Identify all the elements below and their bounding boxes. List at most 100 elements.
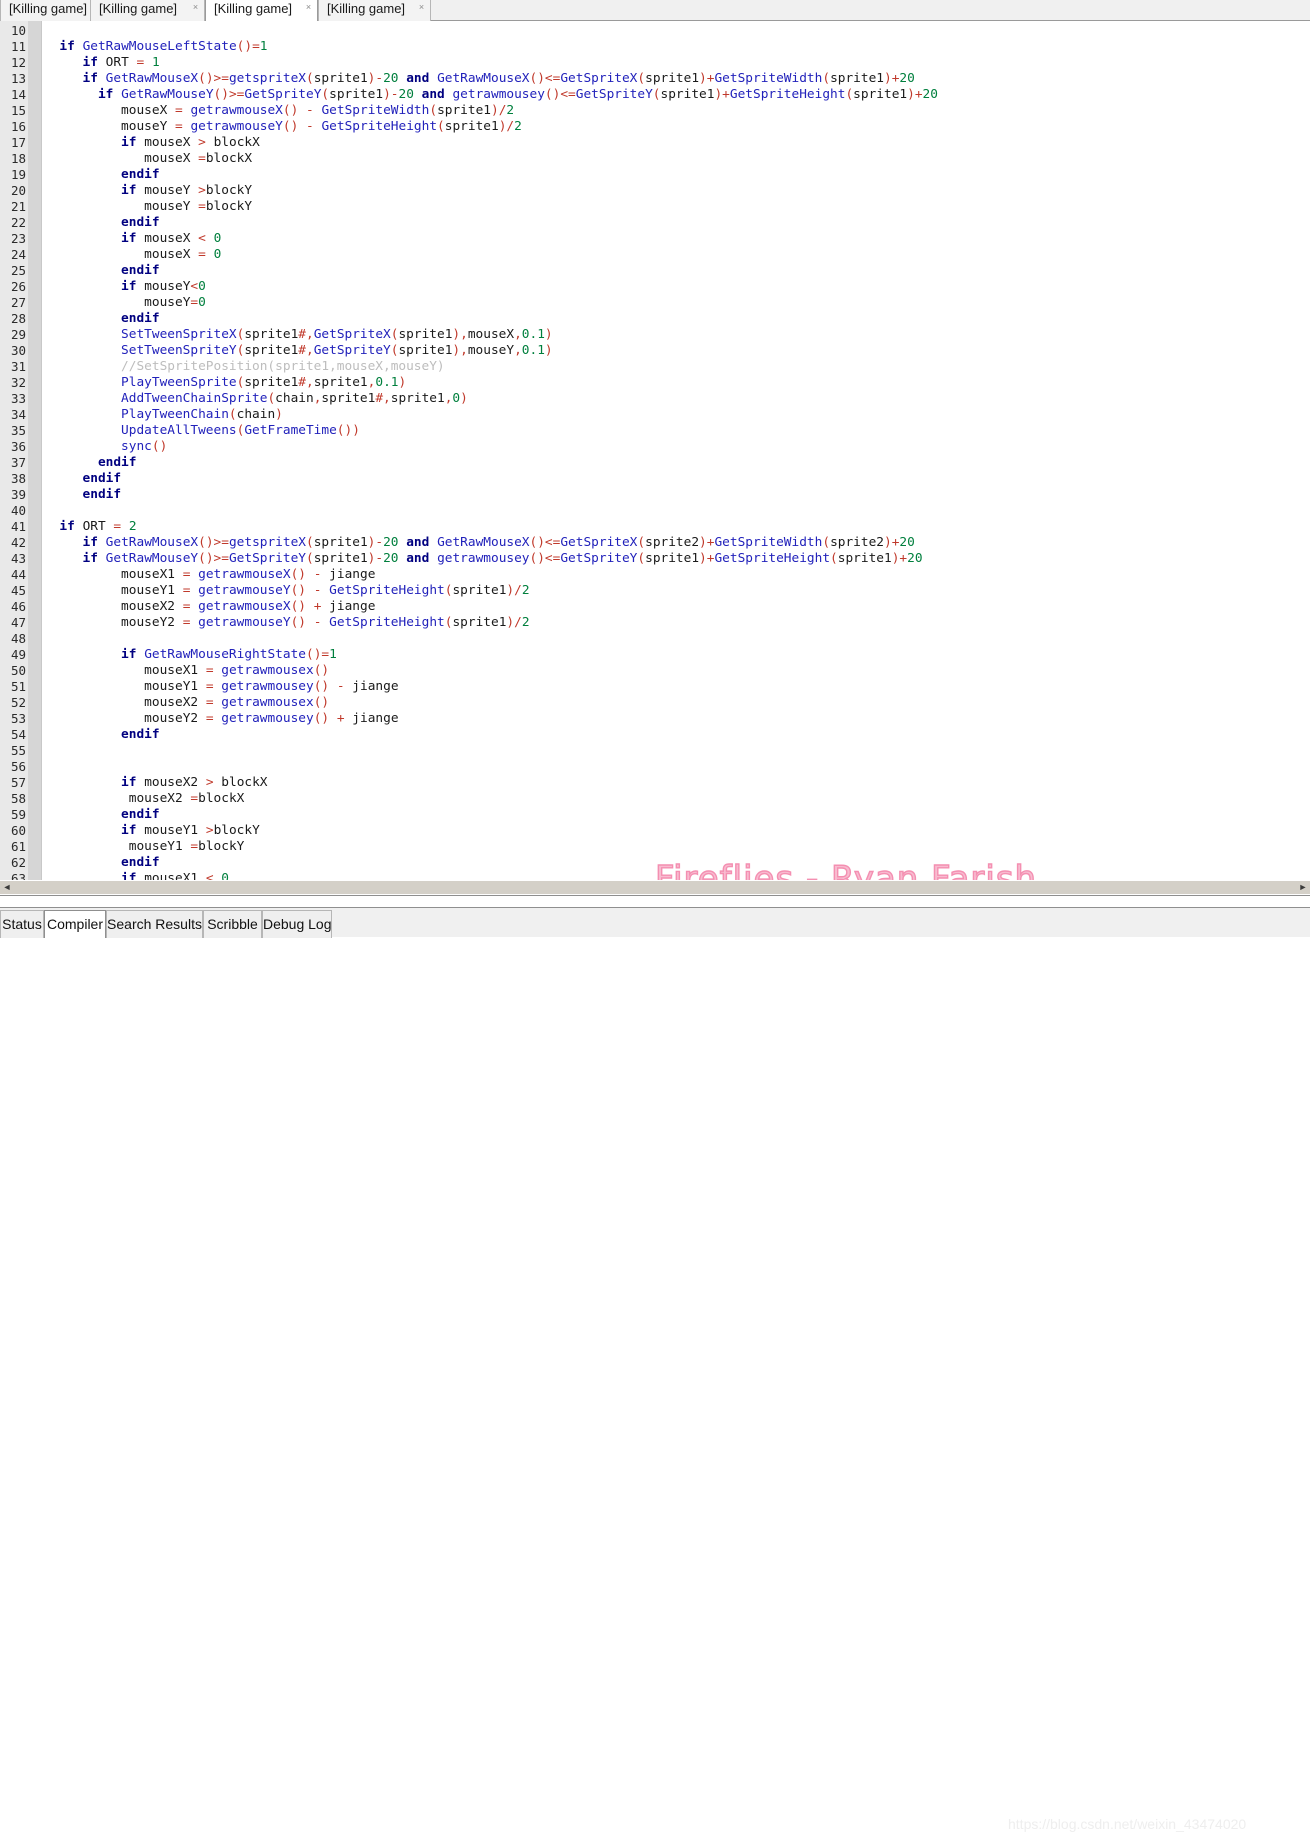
line-number: 48: [10, 631, 26, 646]
code-line[interactable]: if GetRawMouseX()>=getspriteX(sprite1)-2…: [44, 71, 938, 87]
code-line[interactable]: endif: [44, 311, 938, 327]
code-editor[interactable]: 10 11 12 13 14 15 16 17 18 19 20 21 22 23 24 25 26 27 28 29…: [0, 21, 1310, 880]
code-line[interactable]: mouseY1 =blockY: [44, 839, 938, 855]
line-number: 63: [10, 871, 26, 880]
code-line[interactable]: if mouseX < 0: [44, 231, 938, 247]
line-number: 40: [10, 503, 26, 518]
editor-tab-1[interactable]: [Killing game] ×: [90, 0, 205, 21]
line-number: 57: [10, 775, 26, 790]
line-number: 41: [10, 519, 26, 534]
output-tab-search-results[interactable]: Search Results: [106, 910, 203, 938]
line-number: 61: [10, 839, 26, 854]
code-line[interactable]: mouseY1 = getrawmouseY() - GetSpriteHeig…: [44, 583, 938, 599]
code-line[interactable]: if mouseX1 < 0: [44, 871, 938, 880]
code-line[interactable]: mouseY = getrawmouseY() - GetSpriteHeigh…: [44, 119, 938, 135]
line-number: 32: [10, 375, 26, 390]
code-line[interactable]: mouseX2 = getrawmousex(): [44, 695, 938, 711]
line-number: 16: [10, 119, 26, 134]
line-number: 30: [10, 343, 26, 358]
output-tab-debug-log[interactable]: Debug Log: [262, 910, 332, 938]
code-line[interactable]: endif: [44, 263, 938, 279]
code-line[interactable]: mouseX =blockX: [44, 151, 938, 167]
code-line[interactable]: endif: [44, 487, 938, 503]
code-line[interactable]: if mouseY1 >blockY: [44, 823, 938, 839]
code-line[interactable]: if GetRawMouseY()>=GetSpriteY(sprite1)-2…: [44, 551, 938, 567]
close-icon[interactable]: ×: [304, 3, 313, 12]
line-number: 52: [10, 695, 26, 710]
output-tab-status[interactable]: Status: [0, 910, 44, 938]
code-line[interactable]: if mouseX > blockX: [44, 135, 938, 151]
line-number: 23: [10, 231, 26, 246]
code-line[interactable]: PlayTweenChain(chain): [44, 407, 938, 423]
csdn-watermark: https://blog.csdn.net/weixin_43474020: [1008, 1816, 1247, 1832]
line-number: 38: [10, 471, 26, 486]
line-number: 33: [10, 391, 26, 406]
output-panel-tab-bar: Status Compiler Search Results Scribble Debu…: [0, 907, 1310, 1832]
code-line[interactable]: endif: [44, 455, 938, 471]
code-line[interactable]: sync(): [44, 439, 938, 455]
line-number: 15: [10, 103, 26, 118]
code-line[interactable]: if mouseY >blockY: [44, 183, 938, 199]
code-line[interactable]: mouseX1 = getrawmousex(): [44, 663, 938, 679]
code-line[interactable]: endif: [44, 471, 938, 487]
code-line[interactable]: mouseY2 = getrawmouseY() - GetSpriteHeig…: [44, 615, 938, 631]
code-line[interactable]: [44, 759, 938, 775]
code-line[interactable]: mouseY1 = getrawmousey() - jiange: [44, 679, 938, 695]
line-number: 34: [10, 407, 26, 422]
editor-tab-label: [Killing game]: [214, 1, 293, 16]
code-line[interactable]: mouseX1 = getrawmouseX() - jiange: [44, 567, 938, 583]
line-number: 46: [10, 599, 26, 614]
code-line[interactable]: endif: [44, 807, 938, 823]
scroll-left-arrow-icon[interactable]: ◄: [0, 881, 14, 894]
close-icon[interactable]: ×: [191, 3, 200, 12]
code-line[interactable]: if ORT = 1: [44, 55, 938, 71]
code-line[interactable]: [44, 23, 938, 39]
code-line[interactable]: AddTweenChainSprite(chain,sprite1#,sprit…: [44, 391, 938, 407]
code-text[interactable]: if GetRawMouseLeftState()=1 if ORT = 1 i…: [44, 21, 938, 880]
line-number: 26: [10, 279, 26, 294]
code-line[interactable]: if GetRawMouseLeftState()=1: [44, 39, 938, 55]
line-number: 51: [10, 679, 26, 694]
line-number: 59: [10, 807, 26, 822]
scroll-right-arrow-icon[interactable]: ►: [1296, 881, 1310, 894]
code-line[interactable]: [44, 743, 938, 759]
code-line[interactable]: mouseX = getrawmouseX() - GetSpriteWidth…: [44, 103, 938, 119]
code-line[interactable]: endif: [44, 855, 938, 871]
code-line[interactable]: if ORT = 2: [44, 519, 938, 535]
output-tab-compiler[interactable]: Compiler: [44, 910, 106, 938]
code-line[interactable]: if GetRawMouseRightState()=1: [44, 647, 938, 663]
code-line[interactable]: //SetSpritePosition(sprite1,mouseX,mouse…: [44, 359, 938, 375]
code-line[interactable]: [44, 631, 938, 647]
code-line[interactable]: endif: [44, 215, 938, 231]
code-line[interactable]: mouseY=0: [44, 295, 938, 311]
code-line[interactable]: UpdateAllTweens(GetFrameTime()): [44, 423, 938, 439]
editor-tab-bar: [Killing game]×[Killing game]×[Killing g…: [0, 0, 1310, 21]
line-numbers: 10 11 12 13 14 15 16 17 18 19 20 21 22 23 24 25 26 27 28 29…: [0, 21, 26, 880]
close-icon[interactable]: ×: [417, 3, 426, 12]
code-line[interactable]: if mouseX2 > blockX: [44, 775, 938, 791]
editor-tab-2[interactable]: [Killing game] ×: [205, 0, 318, 21]
code-line[interactable]: mouseX2 =blockX: [44, 791, 938, 807]
code-line[interactable]: [44, 503, 938, 519]
code-line[interactable]: if GetRawMouseX()>=getspriteX(sprite1)-2…: [44, 535, 938, 551]
code-line[interactable]: SetTweenSpriteY(sprite1#,GetSpriteY(spri…: [44, 343, 938, 359]
line-number: 12: [10, 55, 26, 70]
code-line[interactable]: endif: [44, 167, 938, 183]
line-number: 25: [10, 263, 26, 278]
code-line[interactable]: PlayTweenSprite(sprite1#,sprite1,0.1): [44, 375, 938, 391]
code-line[interactable]: mouseX = 0: [44, 247, 938, 263]
line-number: 50: [10, 663, 26, 678]
code-line[interactable]: mouseX2 = getrawmouseX() + jiange: [44, 599, 938, 615]
code-line[interactable]: mouseY =blockY: [44, 199, 938, 215]
code-line[interactable]: mouseY2 = getrawmousey() + jiange: [44, 711, 938, 727]
line-number: 19: [10, 167, 26, 182]
code-line[interactable]: if GetRawMouseY()>=GetSpriteY(sprite1)-2…: [44, 87, 938, 103]
panel-splitter[interactable]: [0, 895, 1310, 907]
output-tab-scribble[interactable]: Scribble: [203, 910, 262, 938]
code-line[interactable]: SetTweenSpriteX(sprite1#,GetSpriteX(spri…: [44, 327, 938, 343]
code-line[interactable]: endif: [44, 727, 938, 743]
gutter-fold-strip: [28, 21, 42, 880]
horizontal-scrollbar[interactable]: ◄ ►: [0, 880, 1310, 894]
code-line[interactable]: if mouseY<0: [44, 279, 938, 295]
editor-tab-3[interactable]: [Killing game] ×: [318, 0, 431, 21]
